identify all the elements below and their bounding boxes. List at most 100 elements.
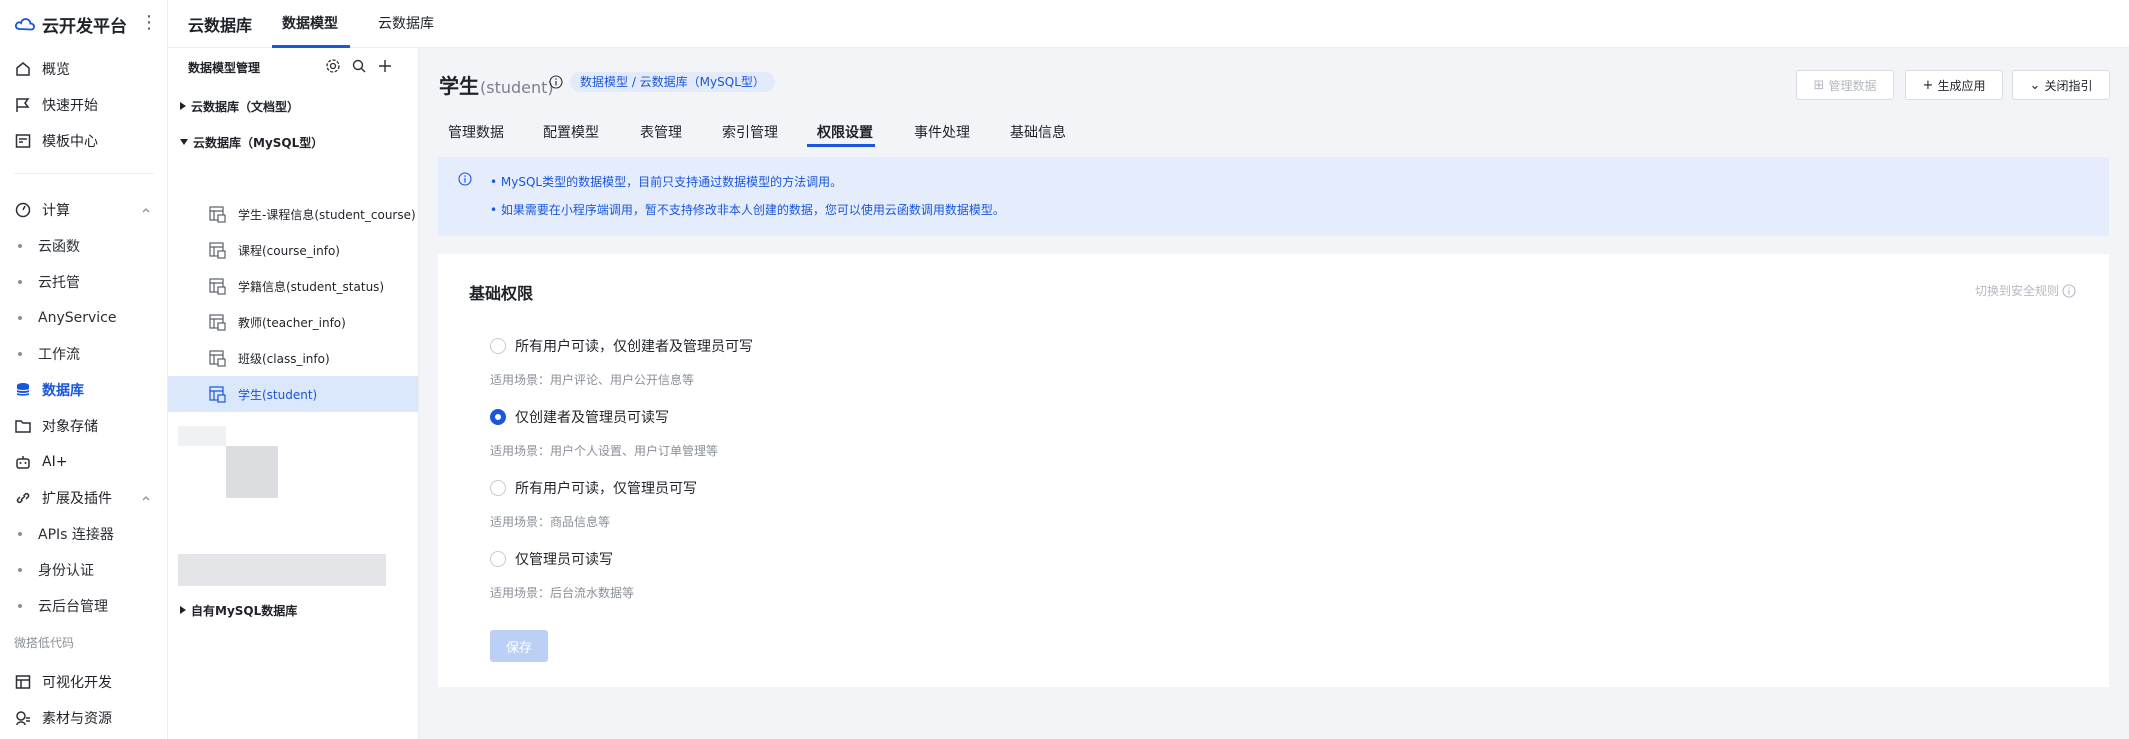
template-icon xyxy=(14,132,32,150)
nav-label: 数据库 xyxy=(42,383,84,399)
nav-item-visual-dev[interactable]: 可视化开发 xyxy=(14,670,112,694)
bullet-icon xyxy=(18,280,22,284)
nav-item-anyservice[interactable]: AnyService xyxy=(14,306,116,330)
page-title-text: 学生 xyxy=(439,74,479,98)
tree-group-own-mysql[interactable]: 自有MySQL数据库 xyxy=(180,600,297,620)
tree-node-label: 学生-课程信息(student_course) xyxy=(238,207,416,222)
more-vertical-icon[interactable]: ⋮ xyxy=(140,12,158,34)
tree-node-student-status[interactable]: 学籍信息(student_status) xyxy=(168,268,418,304)
nav-item-templates[interactable]: 模板中心 xyxy=(14,129,98,153)
nav-label: AnyService xyxy=(38,310,117,326)
radio-button[interactable] xyxy=(490,480,506,496)
nav-item-database[interactable]: 数据库 xyxy=(14,378,84,402)
settings-icon[interactable] xyxy=(325,58,341,74)
brand[interactable]: 云开发平台 xyxy=(14,12,127,37)
notice-line: • MySQL类型的数据模型，目前只支持通过数据模型的方法调用。 xyxy=(490,175,843,189)
table-icon xyxy=(209,350,226,367)
notice-line: • 如果需要在小程序端调用，暂不支持修改非本人创建的数据，您可以使用云函数调用数… xyxy=(490,203,1005,217)
tree-node-class-info[interactable]: 班级(class_info) xyxy=(168,340,418,376)
tab-config-model[interactable]: 配置模型 xyxy=(543,122,599,142)
nav-label: 云托管 xyxy=(38,275,80,291)
option-label: 所有用户可读，仅管理员可写 xyxy=(515,481,697,497)
cloud-logo-icon xyxy=(14,18,35,31)
tab-data-model[interactable]: 数据模型 xyxy=(282,13,338,33)
nav-item-workflow[interactable]: 工作流 xyxy=(14,342,80,366)
link-icon xyxy=(14,489,32,507)
layout-icon xyxy=(14,673,32,691)
nav-item-extensions[interactable]: 扩展及插件 xyxy=(14,486,112,510)
option-scene: 适用场景：用户评论、用户公开信息等 xyxy=(490,373,695,387)
nav-label: 素材与资源 xyxy=(42,711,112,727)
plus-icon: + xyxy=(1922,77,1934,93)
nav-label: 云函数 xyxy=(38,239,80,255)
tree-node-label: 学生(student) xyxy=(238,387,318,402)
nav-label: 云后台管理 xyxy=(38,599,108,615)
nav-label: 计算 xyxy=(42,203,70,219)
info-icon[interactable] xyxy=(549,75,563,89)
close-guide-button[interactable]: ⌄ 关闭指引 xyxy=(2012,70,2110,100)
permission-option-public-read[interactable]: 所有用户可读，仅创建者及管理员可写 xyxy=(490,336,753,356)
chevron-up-icon[interactable] xyxy=(140,204,152,216)
save-button[interactable]: 保存 xyxy=(490,630,548,662)
tab-permissions[interactable]: 权限设置 xyxy=(817,122,873,142)
nav-item-compute[interactable]: 计算 xyxy=(14,198,70,222)
tree-group-doc-db[interactable]: 云数据库（文档型） xyxy=(180,96,299,116)
gauge-icon xyxy=(14,201,32,219)
tab-events[interactable]: 事件处理 xyxy=(914,122,970,142)
main-content: 学生 (student) 数据模型 / 云数据库（MySQL型） ⊞ 管理数据 + 生… xyxy=(419,48,2129,739)
tree-group-label: 自有MySQL数据库 xyxy=(191,603,298,618)
nav-item-assets[interactable]: 素材与资源 xyxy=(14,706,112,730)
radio-button[interactable] xyxy=(490,338,506,354)
tree-node-student[interactable]: 学生(student) xyxy=(168,376,418,412)
nav-item-cloudrun[interactable]: 云托管 xyxy=(14,270,80,294)
permission-option-admin-write[interactable]: 所有用户可读，仅管理员可写 xyxy=(490,478,697,498)
tab-manage-data[interactable]: 管理数据 xyxy=(448,122,504,142)
tab-table-manage[interactable]: 表管理 xyxy=(640,122,682,142)
option-label: 仅管理员可读写 xyxy=(515,552,613,568)
generate-app-button[interactable]: + 生成应用 xyxy=(1905,70,2003,100)
nav-item-admin[interactable]: 云后台管理 xyxy=(14,594,108,618)
permission-option-admin-only[interactable]: 仅管理员可读写 xyxy=(490,549,613,569)
nav-label: AI+ xyxy=(42,454,68,470)
option-scene: 适用场景：商品信息等 xyxy=(490,515,611,529)
nav-label: 工作流 xyxy=(38,347,80,363)
tab-index-manage[interactable]: 索引管理 xyxy=(722,122,778,142)
permission-option-creator-only[interactable]: 仅创建者及管理员可读写 xyxy=(490,407,669,427)
database-icon xyxy=(14,381,32,399)
add-icon[interactable] xyxy=(377,58,393,74)
nav-item-auth[interactable]: 身份认证 xyxy=(14,558,94,582)
nav-label: 扩展及插件 xyxy=(42,491,112,507)
breadcrumb-tag[interactable]: 数据模型 / 云数据库（MySQL型） xyxy=(570,72,775,92)
nav-item-functions[interactable]: 云函数 xyxy=(14,234,80,258)
tab-cloud-database[interactable]: 云数据库 xyxy=(378,13,434,33)
nav-item-quickstart[interactable]: 快速开始 xyxy=(14,93,98,117)
tree-node-student-course[interactable]: 学生-课程信息(student_course) xyxy=(168,196,418,232)
permission-card: 基础权限 切换到安全规则 所有用户可读，仅创建者及管理员可写 适用场景：用户评论… xyxy=(438,254,2109,687)
search-icon[interactable] xyxy=(351,58,367,74)
manage-data-button[interactable]: ⊞ 管理数据 xyxy=(1796,70,1894,100)
header-title: 云数据库 xyxy=(188,16,253,35)
radio-button[interactable] xyxy=(490,409,506,425)
radio-button[interactable] xyxy=(490,551,506,567)
chevron-up-icon[interactable] xyxy=(140,492,152,504)
bullet-icon xyxy=(18,568,22,572)
tree-node-teacher-info[interactable]: 教师(teacher_info) xyxy=(168,304,418,340)
nav-group-lowcode: 微搭低代码 xyxy=(14,636,75,650)
tab-basic-info[interactable]: 基础信息 xyxy=(1010,122,1066,142)
nav-item-storage[interactable]: 对象存储 xyxy=(14,414,98,438)
nav-item-overview[interactable]: 概览 xyxy=(14,57,70,81)
bullet-icon xyxy=(18,532,22,536)
button-label: 生成应用 xyxy=(1937,78,1986,93)
card-title: 基础权限 xyxy=(469,284,534,303)
table-icon xyxy=(209,314,226,331)
caret-right-icon xyxy=(180,102,186,110)
nav-item-ai[interactable]: AI+ xyxy=(14,450,67,474)
switch-security-rules-link[interactable]: 切换到安全规则 xyxy=(1975,282,2076,299)
option-scene: 适用场景：后台流水数据等 xyxy=(490,586,635,600)
tree-group-mysql-db[interactable]: 云数据库（MySQL型） xyxy=(180,132,323,152)
loading-skeleton xyxy=(178,426,226,446)
tree-node-course-info[interactable]: 课程(course_info) xyxy=(168,232,418,268)
nav-item-apis[interactable]: APIs 连接器 xyxy=(14,522,114,546)
option-label: 所有用户可读，仅创建者及管理员可写 xyxy=(515,339,753,355)
nav-label: 模板中心 xyxy=(42,134,98,150)
